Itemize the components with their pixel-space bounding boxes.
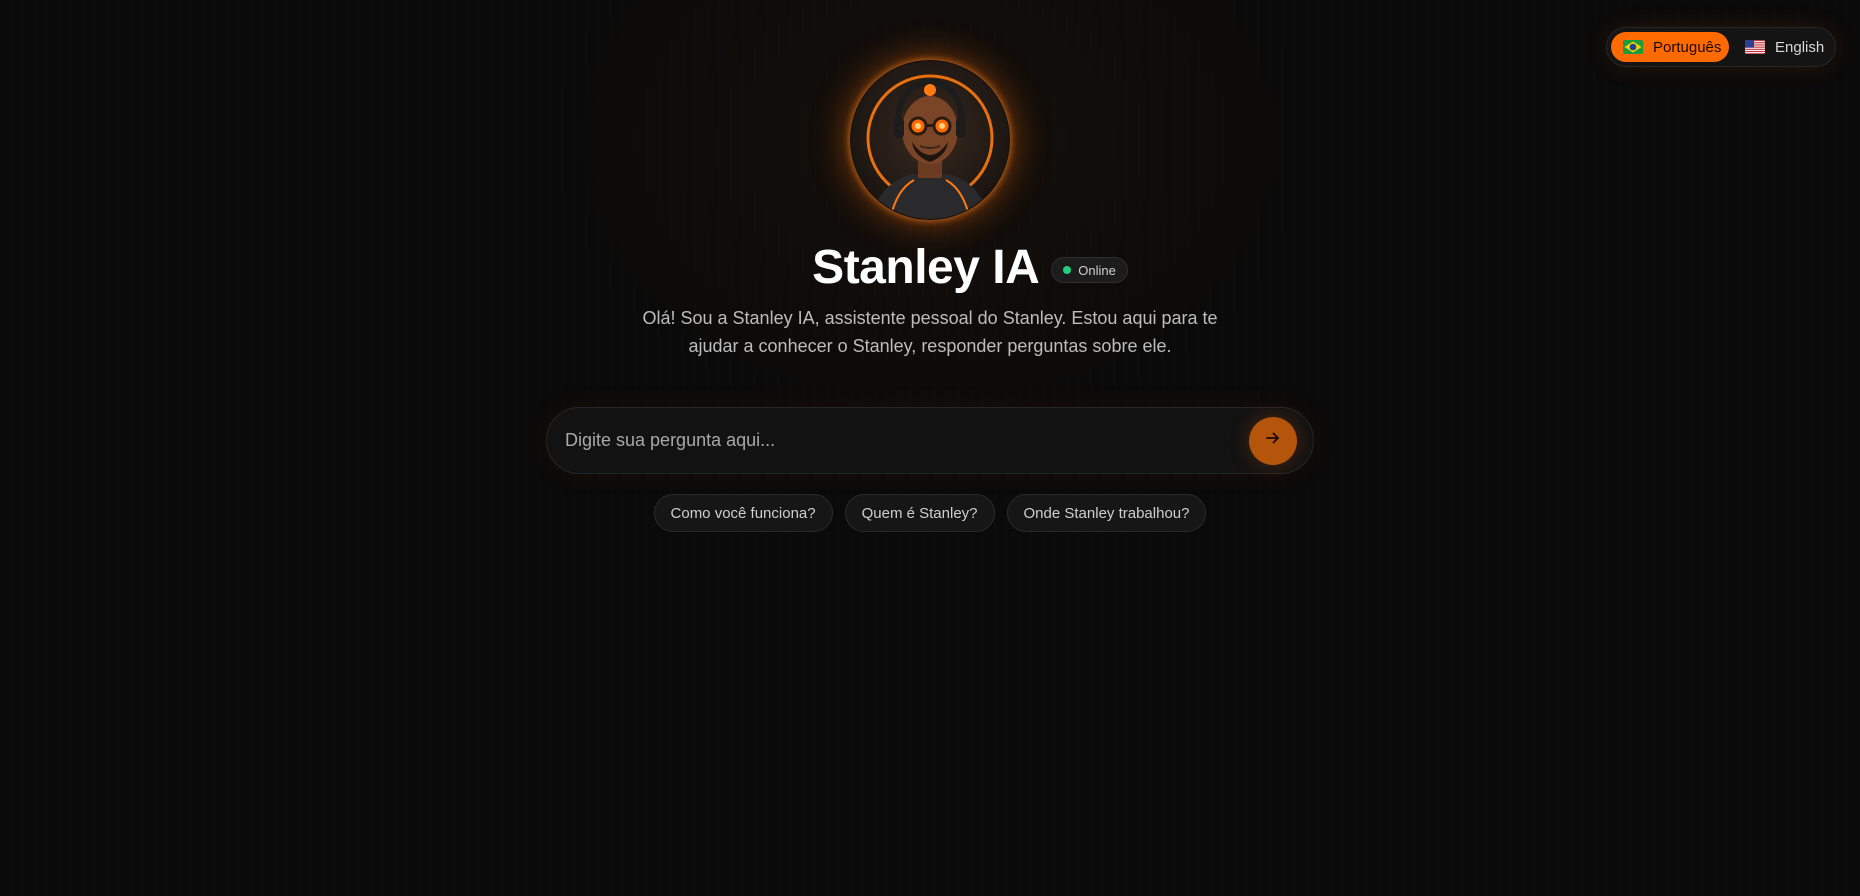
title-row: Stanley IA Online — [0, 238, 1860, 298]
question-box — [546, 407, 1314, 474]
avatar — [850, 60, 1010, 220]
intro-text: Olá! Sou a Stanley IA, assistente pessoa… — [642, 308, 1218, 356]
suggestion-chip[interactable]: Como você funciona? — [653, 494, 833, 532]
suggestion-chips: Como você funciona? Quem é Stanley? Onde… — [0, 494, 1860, 532]
status-badge: Online — [1051, 257, 1128, 283]
arrow-right-icon — [1264, 429, 1282, 452]
lang-english-label: English — [1775, 38, 1825, 56]
language-switcher: Português English — [1606, 27, 1836, 67]
online-dot-icon — [1063, 266, 1072, 274]
lang-portuguese-button[interactable]: Português — [1611, 32, 1729, 62]
lang-english-button[interactable]: English — [1733, 32, 1836, 62]
lang-portuguese-label: Português — [1653, 38, 1722, 56]
question-input[interactable] — [563, 429, 1249, 452]
usa-flag-icon — [1745, 40, 1765, 54]
brazil-flag-icon — [1623, 40, 1643, 54]
suggestion-chip[interactable]: Quem é Stanley? — [844, 494, 995, 532]
suggestion-chip[interactable]: Onde Stanley trabalhou? — [1006, 494, 1207, 532]
send-button[interactable] — [1249, 416, 1297, 465]
page-title: Stanley IA — [812, 241, 1040, 294]
status-label: Online — [1078, 262, 1116, 278]
